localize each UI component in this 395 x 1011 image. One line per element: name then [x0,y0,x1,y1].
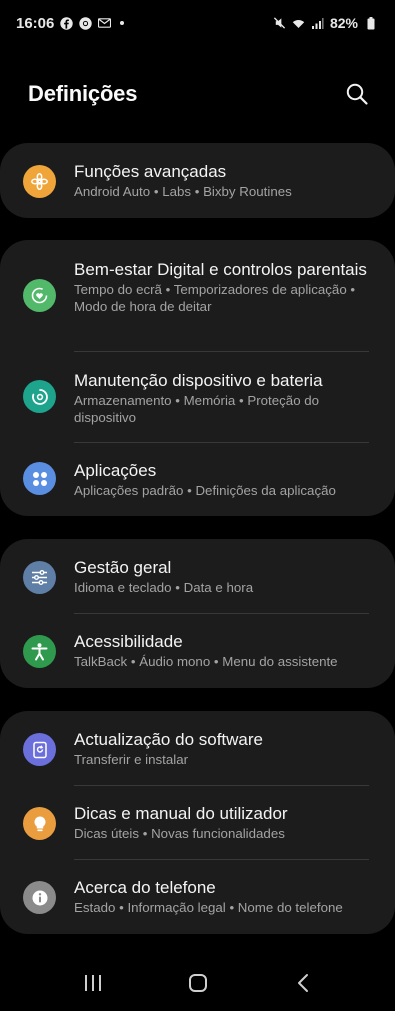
wifi-icon [292,17,305,30]
card-general: Gestão geral Idioma e teclado • Data e h… [0,539,395,688]
setting-item-apps[interactable]: Aplicações Aplicações padrão • Definiçõe… [0,460,395,502]
recents-button[interactable] [63,963,123,1003]
card-advanced: Funções avançadas Android Auto • Labs • … [0,143,395,218]
setting-item-advanced-features[interactable]: Funções avançadas Android Auto • Labs • … [0,161,395,203]
signal-icon [311,17,324,30]
navigation-bar [0,955,395,1011]
setting-item-accessibility[interactable]: Acessibilidade TalkBack • Áudio mono • M… [0,631,395,673]
divider [74,442,369,443]
item-title: Dicas e manual do utilizador [74,804,288,823]
mute-icon [273,17,286,30]
setting-item-device-care[interactable]: Manutenção dispositivo e bateria Armazen… [0,370,395,430]
item-title: Aplicações [74,461,157,480]
card-support: Actualização do software Transferir e in… [0,711,395,934]
item-subtitle: TalkBack • Áudio mono • Menu do assisten… [74,654,338,669]
lightbulb-icon [23,807,56,840]
divider [74,859,369,860]
item-title: Funções avançadas [74,162,227,181]
info-icon [23,881,56,914]
update-icon [23,733,56,766]
sliders-icon [23,561,56,594]
device-care-icon [23,380,56,413]
home-button[interactable] [168,963,228,1003]
item-subtitle: Tempo do ecrã • Temporizadores de aplica… [74,282,356,314]
item-title: Gestão geral [74,558,172,577]
notification-dot-icon [120,21,125,25]
recents-icon [84,975,101,991]
back-icon [297,974,308,992]
setting-item-software-update[interactable]: Actualização do software Transferir e in… [0,729,395,771]
status-bar-right: 82% [273,15,377,31]
apps-icon [23,462,56,495]
setting-item-digital-wellbeing[interactable]: Bem-estar Digital e controlos parentais … [0,259,395,337]
divider [74,613,369,614]
status-time: 16:06 [16,14,55,32]
item-subtitle: Idioma e teclado • Data e hora [74,580,254,595]
setting-item-about-phone[interactable]: Acerca do telefone Estado • Informação l… [0,877,395,919]
item-title: Actualização do software [74,730,263,749]
mail-icon [98,17,112,30]
status-bar: 16:06 82% [0,0,395,46]
item-subtitle: Transferir e instalar [74,752,189,767]
battery-level: 82% [329,15,358,31]
chrome-icon [79,16,93,30]
search-button[interactable] [344,81,370,107]
star-icon [23,165,56,198]
item-subtitle: Dicas úteis • Novas funcionalidades [74,826,285,841]
item-subtitle: Armazenamento • Memória • Proteção do di… [74,393,320,425]
item-subtitle: Aplicações padrão • Definições da aplica… [74,483,336,498]
item-subtitle: Android Auto • Labs • Bixby Routines [74,184,292,199]
facebook-icon [60,16,74,30]
item-subtitle: Estado • Informação legal • Nome do tele… [74,900,343,915]
card-device: Bem-estar Digital e controlos parentais … [0,240,395,516]
setting-item-general-management[interactable]: Gestão geral Idioma e teclado • Data e h… [0,557,395,599]
setting-item-tips[interactable]: Dicas e manual do utilizador Dicas úteis… [0,803,395,845]
back-button[interactable] [273,963,333,1003]
header: Definições [0,70,395,118]
item-title: Acessibilidade [74,632,183,651]
search-icon [346,83,368,105]
divider [74,785,369,786]
item-title: Acerca do telefone [74,878,216,897]
home-icon [188,974,207,992]
divider [74,351,369,352]
battery-icon [364,16,377,30]
accessibility-icon [23,635,56,668]
item-title: Bem-estar Digital e controlos parentais [74,260,367,279]
item-title: Manutenção dispositivo e bateria [74,371,323,390]
wellbeing-icon [23,279,56,312]
page-title: Definições [28,81,138,106]
status-bar-left: 16:06 [16,14,125,32]
